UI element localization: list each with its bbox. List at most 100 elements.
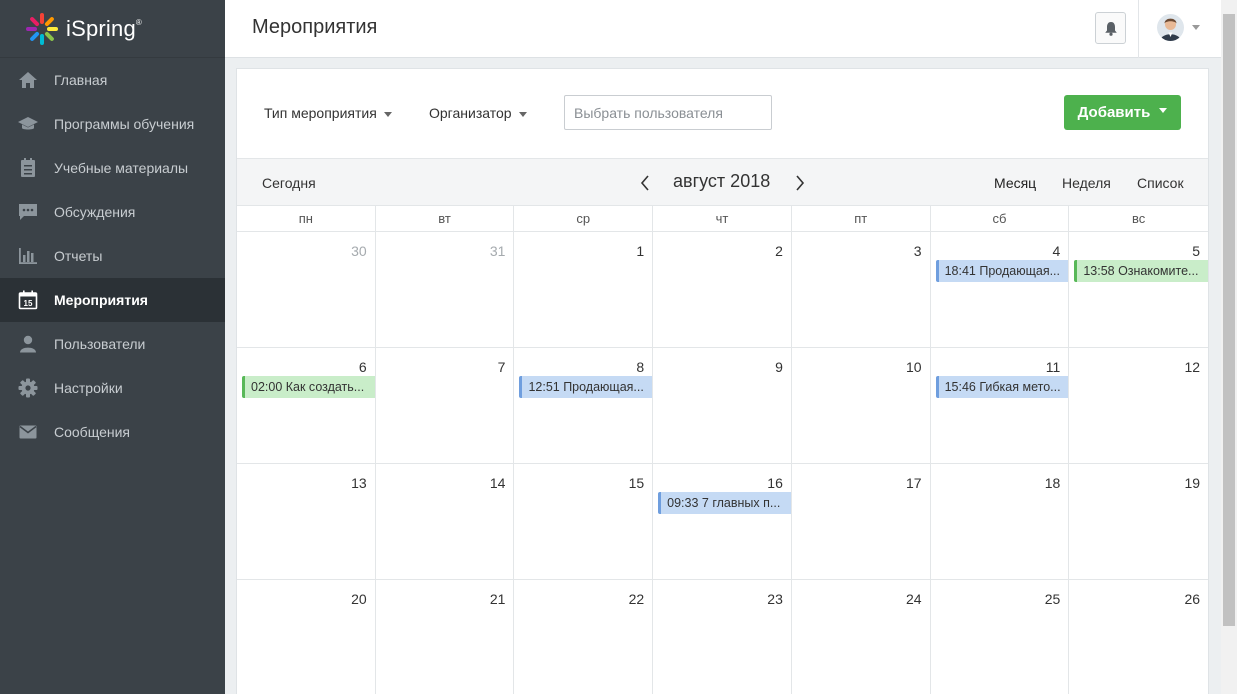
event-type-label: Тип мероприятия	[264, 105, 377, 121]
organizer-label: Организатор	[429, 105, 512, 121]
bell-icon	[1104, 21, 1117, 36]
next-month-button[interactable]	[790, 172, 810, 194]
gear-icon	[18, 378, 38, 398]
avatar[interactable]	[1157, 14, 1184, 41]
sidebar-item-home[interactable]: Главная	[0, 58, 225, 102]
view-week-button[interactable]: Неделя	[1062, 175, 1111, 191]
view-month-button[interactable]: Месяц	[994, 175, 1036, 191]
day-number: 18	[1044, 475, 1061, 491]
day-cell[interactable]: 26	[1069, 580, 1208, 694]
today-button[interactable]: Сегодня	[262, 175, 316, 191]
filters-bar: Тип мероприятия Организатор Добавить	[237, 69, 1208, 158]
weekday-label: сб	[931, 206, 1070, 231]
notifications-button[interactable]	[1095, 12, 1126, 44]
weekday-label: вс	[1132, 211, 1146, 226]
day-cell[interactable]: 6 02:00 Как создать...	[237, 348, 376, 463]
calendar-event[interactable]: 09:33 7 главных п...	[658, 492, 791, 514]
sidebar-item-label: Программы обучения	[54, 116, 195, 132]
day-number: 24	[906, 591, 922, 607]
day-cell[interactable]: 31	[376, 232, 515, 347]
day-cell[interactable]: 21	[376, 580, 515, 694]
week-row: 6 02:00 Как создать... 7 8 12:51 Продающая..…	[237, 348, 1208, 464]
day-cell[interactable]: 12	[1069, 348, 1208, 463]
sidebar-item-materials[interactable]: Учебные материалы	[0, 146, 225, 190]
sidebar-item-reports[interactable]: Отчеты	[0, 234, 225, 278]
day-cell[interactable]: 22	[514, 580, 654, 694]
weekday-label: ср	[514, 206, 654, 231]
page-scrollbar[interactable]	[1221, 0, 1237, 694]
sidebar-item-label: Отчеты	[54, 248, 103, 264]
day-number: 10	[906, 359, 922, 375]
sidebar-item-label: Мероприятия	[54, 292, 148, 308]
week-row: 13 14 15 16 09:33 7 главных п... 17 18 19	[237, 464, 1208, 580]
day-cell[interactable]: 19	[1069, 464, 1208, 579]
day-cell[interactable]: 10	[792, 348, 931, 463]
day-cell[interactable]: 23	[653, 580, 792, 694]
organizer-dropdown[interactable]: Организатор	[429, 105, 527, 121]
sidebar-item-settings[interactable]: Настройки	[0, 366, 225, 410]
event-type-dropdown[interactable]: Тип мероприятия	[264, 105, 392, 121]
scrollbar-thumb[interactable]	[1223, 14, 1235, 626]
view-list-button[interactable]: Список	[1137, 175, 1184, 191]
header-divider	[1138, 0, 1139, 58]
day-number: 15	[628, 475, 645, 491]
day-cell[interactable]: 7	[376, 348, 515, 463]
day-number: 5	[1192, 243, 1201, 259]
sidebar-item-label: Пользователи	[54, 336, 146, 352]
user-icon	[18, 334, 38, 354]
top-header: Мероприятия	[225, 0, 1221, 58]
day-number: 22	[628, 591, 645, 607]
day-cell[interactable]: 1	[514, 232, 654, 347]
day-cell[interactable]: 20	[237, 580, 376, 694]
day-number: 31	[489, 243, 506, 259]
day-number: 12	[1184, 359, 1201, 375]
prev-month-button[interactable]	[635, 172, 655, 194]
user-select-input[interactable]	[564, 95, 772, 130]
add-button[interactable]: Добавить	[1064, 95, 1181, 130]
chevron-right-icon	[796, 175, 805, 191]
sidebar-item-discussions[interactable]: Обсуждения	[0, 190, 225, 234]
day-cell[interactable]: 9	[653, 348, 792, 463]
day-number: 21	[489, 591, 506, 607]
sidebar-item-programs[interactable]: Программы обучения	[0, 102, 225, 146]
day-cell[interactable]: 3	[792, 232, 931, 347]
sidebar-item-label: Настройки	[54, 380, 123, 396]
day-cell[interactable]: 13	[237, 464, 376, 579]
day-number: 16	[767, 475, 783, 491]
day-cell[interactable]: 30	[237, 232, 376, 347]
day-number: 11	[1045, 359, 1061, 375]
calendar-event[interactable]: 15:46 Гибкая мето...	[935, 376, 1069, 398]
day-number: 13	[351, 475, 367, 491]
calendar-event[interactable]: 12:51 Продающая...	[519, 376, 653, 398]
day-cell[interactable]: 25	[931, 580, 1070, 694]
chevron-down-icon[interactable]	[1192, 25, 1200, 30]
calendar-icon: 15	[18, 290, 38, 310]
day-cell[interactable]: 8 12:51 Продающая...	[514, 348, 654, 463]
day-cell[interactable]: 18	[931, 464, 1070, 579]
calendar-event[interactable]: 02:00 Как создать...	[242, 376, 375, 398]
day-cell[interactable]: 2	[653, 232, 792, 347]
day-cell[interactable]: 17	[792, 464, 931, 579]
sidebar-item-events[interactable]: 15 Мероприятия	[0, 278, 225, 322]
sidebar-item-users[interactable]: Пользователи	[0, 322, 225, 366]
sidebar-item-messages[interactable]: Сообщения	[0, 410, 225, 454]
day-cell[interactable]: 15	[514, 464, 654, 579]
day-cell[interactable]: 11 15:46 Гибкая мето...	[931, 348, 1070, 463]
ispring-logo-icon	[26, 12, 58, 45]
day-cell[interactable]: 5 13:58 Ознакомите...	[1069, 232, 1209, 347]
calendar-event[interactable]: 18:41 Продающая...	[935, 260, 1069, 282]
page-title: Мероприятия	[252, 16, 378, 38]
calendar-event[interactable]: 13:58 Ознакомите...	[1074, 260, 1209, 282]
day-cell[interactable]: 14	[376, 464, 515, 579]
day-cell[interactable]: 16 09:33 7 главных п...	[653, 464, 792, 579]
day-number: 9	[775, 359, 783, 375]
weekday-label: пн	[237, 206, 376, 231]
day-cell[interactable]: 24	[792, 580, 931, 694]
month-title: август 2018	[673, 171, 771, 191]
day-number: 4	[1052, 243, 1061, 259]
weekday-header: пн вт ср чт пт сб вс	[237, 206, 1208, 232]
day-cell[interactable]: 4 18:41 Продающая...	[931, 232, 1070, 347]
logo[interactable]: iSpring®	[0, 0, 225, 58]
day-number: 1	[636, 243, 645, 259]
day-number: 19	[1184, 475, 1201, 491]
